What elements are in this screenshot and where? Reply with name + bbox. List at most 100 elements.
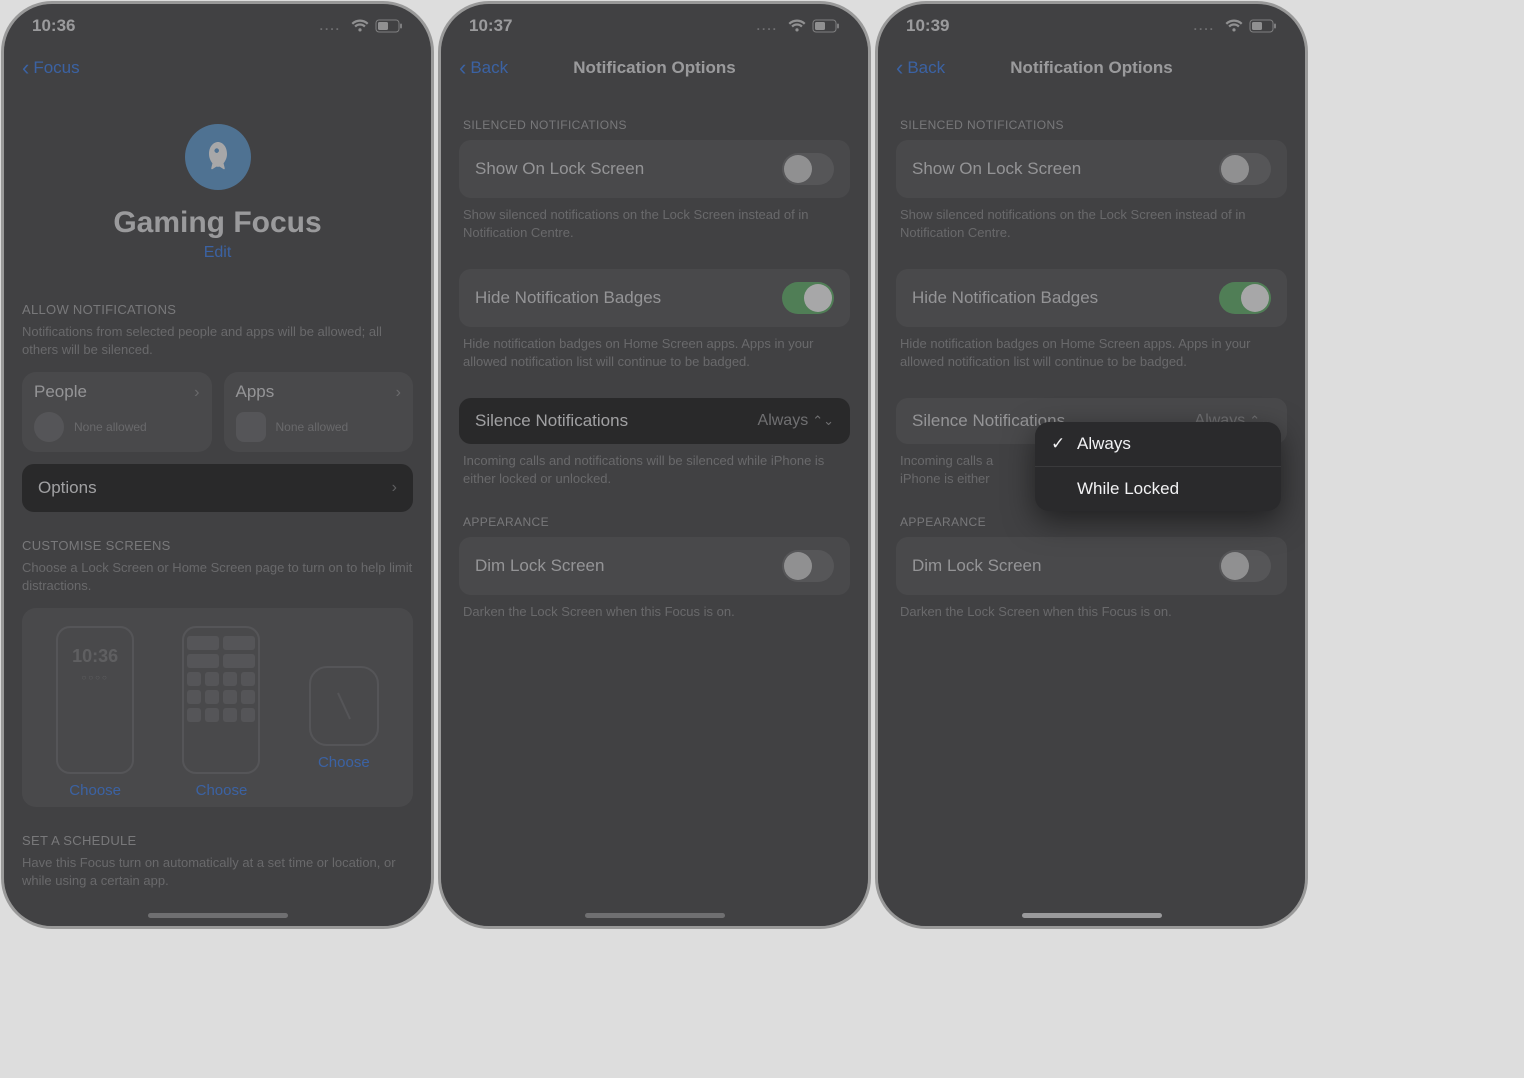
focus-hero: Gaming Focus Edit: [22, 124, 413, 262]
show-on-lock-screen-toggle[interactable]: [1219, 153, 1271, 185]
hide-badges-toggle[interactable]: [1219, 282, 1271, 314]
choose-homescreen-button[interactable]: Choose: [196, 782, 248, 799]
back-label: Back: [907, 58, 945, 78]
menu-option-always[interactable]: ✓ Always: [1035, 422, 1281, 466]
show-on-lock-screen-row[interactable]: Show On Lock Screen: [459, 140, 850, 198]
hide-badges-footer: Hide notification badges on Home Screen …: [463, 335, 846, 370]
back-label: Focus: [33, 58, 79, 78]
hide-badges-footer: Hide notification badges on Home Screen …: [900, 335, 1283, 370]
chevron-left-icon: ‹: [896, 57, 903, 79]
dim-lock-screen-row[interactable]: Dim Lock Screen: [459, 537, 850, 595]
back-button[interactable]: ‹ Back: [459, 57, 508, 79]
cellular-dots-icon: ....: [320, 19, 341, 33]
people-card[interactable]: People › None allowed: [22, 372, 212, 452]
rocket-icon: [185, 124, 251, 190]
dim-lock-screen-row[interactable]: Dim Lock Screen: [896, 537, 1287, 595]
status-time: 10:39: [906, 16, 949, 36]
status-bar: 10:39 ....: [878, 4, 1305, 46]
apps-label: Apps: [236, 382, 402, 402]
phone-1-focus-settings: 10:36 .... ‹ Focus Gaming Focus Edit ALL…: [4, 4, 431, 926]
dim-lock-screen-footer: Darken the Lock Screen when this Focus i…: [463, 603, 846, 621]
silence-notifications-footer: Incoming calls and notifications will be…: [463, 452, 846, 487]
show-on-lock-screen-label: Show On Lock Screen: [912, 159, 1081, 179]
hide-badges-label: Hide Notification Badges: [912, 288, 1098, 308]
wifi-icon: [1225, 19, 1243, 33]
edit-button[interactable]: Edit: [204, 244, 232, 262]
menu-option-label: Always: [1077, 434, 1131, 454]
dim-lock-screen-label: Dim Lock Screen: [475, 556, 604, 576]
silence-options-menu: ✓ Always While Locked: [1035, 422, 1281, 511]
phone-2-notification-options: 10:37 .... ‹ Back Notification Options S…: [441, 4, 868, 926]
show-on-lock-screen-label: Show On Lock Screen: [475, 159, 644, 179]
screens-preview: 10:36 ○○○○ Choose: [22, 608, 413, 807]
avatar-placeholder-icon: [34, 412, 64, 442]
appearance-header: APPEARANCE: [900, 515, 1283, 529]
dim-lock-screen-footer: Darken the Lock Screen when this Focus i…: [900, 603, 1283, 621]
home-indicator[interactable]: [1022, 913, 1162, 918]
silence-notifications-value: Always: [758, 412, 809, 430]
focus-title: Gaming Focus: [22, 206, 413, 240]
hide-badges-row[interactable]: Hide Notification Badges: [459, 269, 850, 327]
status-time: 10:37: [469, 16, 512, 36]
battery-icon: [1249, 19, 1277, 33]
hide-badges-row[interactable]: Hide Notification Badges: [896, 269, 1287, 327]
hide-badges-toggle[interactable]: [782, 282, 834, 314]
silenced-header: SILENCED NOTIFICATIONS: [900, 118, 1283, 132]
home-indicator[interactable]: [585, 913, 725, 918]
preview-widgets-icon: ○○○○: [81, 673, 108, 682]
homescreen-preview[interactable]: Choose: [182, 626, 260, 799]
options-label: Options: [38, 478, 97, 498]
chevron-left-icon: ‹: [459, 57, 466, 79]
allow-notifications-header: ALLOW NOTIFICATIONS: [22, 302, 413, 317]
nav-bar: ‹ Focus: [4, 46, 431, 90]
checkmark-icon: ✓: [1051, 434, 1067, 454]
status-bar: 10:36 ....: [4, 4, 431, 46]
nav-bar: ‹ Back Notification Options: [441, 46, 868, 90]
app-placeholder-icon: [236, 412, 266, 442]
preview-time: 10:36: [72, 646, 118, 667]
updown-chevron-icon: ⌃⌄: [812, 413, 834, 429]
dim-lock-screen-toggle[interactable]: [1219, 550, 1271, 582]
hide-badges-label: Hide Notification Badges: [475, 288, 661, 308]
chevron-right-icon: ›: [396, 384, 401, 402]
schedule-header: SET A SCHEDULE: [22, 833, 413, 848]
status-time: 10:36: [32, 16, 75, 36]
wifi-icon: [351, 19, 369, 33]
allow-notifications-subtitle: Notifications from selected people and a…: [22, 323, 413, 358]
choose-lockscreen-button[interactable]: Choose: [69, 782, 121, 799]
apps-value: None allowed: [276, 420, 349, 434]
appearance-header: APPEARANCE: [463, 515, 846, 529]
nav-bar: ‹ Back Notification Options: [878, 46, 1305, 90]
silence-notifications-row[interactable]: Silence Notifications Always ⌃⌄: [459, 398, 850, 444]
people-label: People: [34, 382, 200, 402]
people-value: None allowed: [74, 420, 147, 434]
watchface-preview[interactable]: Choose: [309, 626, 379, 799]
dim-lock-screen-label: Dim Lock Screen: [912, 556, 1041, 576]
customise-subtitle: Choose a Lock Screen or Home Screen page…: [22, 559, 413, 594]
silence-notifications-label: Silence Notifications: [475, 411, 628, 431]
battery-icon: [812, 19, 840, 33]
menu-option-while-locked[interactable]: While Locked: [1035, 466, 1281, 511]
options-row[interactable]: Options ›: [22, 464, 413, 512]
dim-lock-screen-toggle[interactable]: [782, 550, 834, 582]
back-label: Back: [470, 58, 508, 78]
customise-header: CUSTOMISE SCREENS: [22, 538, 413, 553]
chevron-left-icon: ‹: [22, 57, 29, 79]
lockscreen-preview[interactable]: 10:36 ○○○○ Choose: [56, 626, 134, 799]
apps-card[interactable]: Apps › None allowed: [224, 372, 414, 452]
schedule-subtitle: Have this Focus turn on automatically at…: [22, 854, 413, 889]
show-on-lock-screen-row[interactable]: Show On Lock Screen: [896, 140, 1287, 198]
choose-watchface-button[interactable]: Choose: [318, 754, 370, 771]
show-on-lock-screen-footer: Show silenced notifications on the Lock …: [900, 206, 1283, 241]
silenced-header: SILENCED NOTIFICATIONS: [463, 118, 846, 132]
show-on-lock-screen-toggle[interactable]: [782, 153, 834, 185]
home-indicator[interactable]: [148, 913, 288, 918]
battery-icon: [375, 19, 403, 33]
back-button[interactable]: ‹ Focus: [22, 57, 80, 79]
status-bar: 10:37 ....: [441, 4, 868, 46]
menu-option-label: While Locked: [1077, 479, 1179, 499]
chevron-right-icon: ›: [194, 384, 199, 402]
show-on-lock-screen-footer: Show silenced notifications on the Lock …: [463, 206, 846, 241]
back-button[interactable]: ‹ Back: [896, 57, 945, 79]
phone-3-notification-options-menu: 10:39 .... ‹ Back Notification Options S…: [878, 4, 1305, 926]
